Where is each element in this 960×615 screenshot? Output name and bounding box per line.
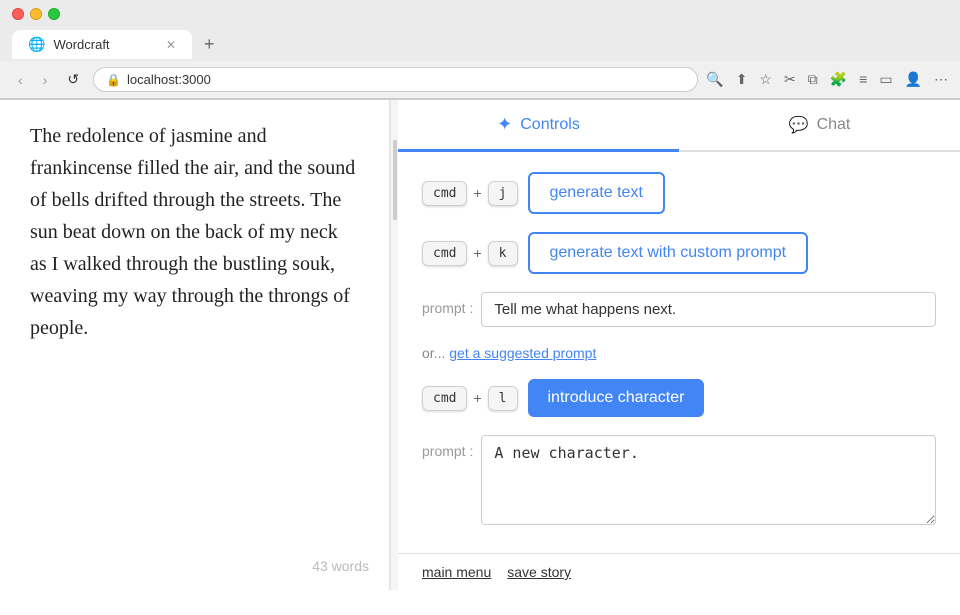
browser-chrome: 🌐 Wordcraft ✕ + ‹ › ↺ 🔒 localhost:3000 🔍… (0, 0, 960, 100)
bottom-bar: main menu save story (398, 553, 960, 590)
scrollbar-thumb[interactable] (393, 140, 397, 220)
lock-icon: 🔒 (106, 73, 121, 87)
back-button[interactable]: ‹ (12, 70, 29, 90)
cmd-key-j: cmd (422, 181, 467, 206)
address-input[interactable]: 🔒 localhost:3000 (93, 67, 698, 92)
controls-inner: ✦ Controls 💬 Chat cmd + j generat (398, 100, 960, 590)
tab-controls[interactable]: ✦ Controls (398, 100, 679, 152)
cmd-key-k: cmd (422, 241, 467, 266)
tab-favicon: 🌐 (28, 36, 45, 53)
character-prompt-textarea[interactable] (481, 435, 936, 525)
k-key: k (488, 241, 518, 266)
generate-text-custom-button[interactable]: generate text with custom prompt (528, 232, 809, 274)
plus-l: + (473, 390, 481, 406)
kbd-group-l: cmd + l (422, 386, 518, 411)
tab-close-button[interactable]: ✕ (166, 38, 176, 52)
bookmark-icon[interactable]: ☆ (759, 71, 772, 88)
panel-tabs: ✦ Controls 💬 Chat (398, 100, 960, 152)
prompt-label-1: prompt : (422, 292, 473, 316)
prompt-label-2: prompt : (422, 435, 473, 459)
suggested-link-row: or... get a suggested prompt (422, 345, 936, 361)
reading-list-icon[interactable]: ≡ (859, 71, 867, 88)
controls-content: cmd + j generate text cmd + k generate t… (398, 152, 960, 545)
word-count: 43 words (312, 558, 369, 574)
traffic-lights (12, 8, 60, 20)
kbd-group-j: cmd + j (422, 181, 518, 206)
cmd-key-l: cmd (422, 386, 467, 411)
zoom-icon[interactable]: 🔍 (706, 71, 723, 88)
tab-chat[interactable]: 💬 Chat (679, 100, 960, 150)
active-tab[interactable]: 🌐 Wordcraft ✕ (12, 30, 192, 59)
introduce-character-row: cmd + l introduce character (422, 379, 936, 417)
j-key: j (488, 181, 518, 206)
generate-text-row: cmd + j generate text (422, 172, 936, 214)
tab-chat-label: Chat (817, 116, 851, 134)
scrollbar[interactable] (390, 100, 398, 590)
generate-text-button[interactable]: generate text (528, 172, 665, 214)
character-prompt-section: prompt : (422, 435, 936, 525)
cut-icon[interactable]: ✂ (784, 71, 796, 88)
tab-title: Wordcraft (53, 37, 109, 52)
controls-panel: ✦ Controls 💬 Chat cmd + j generat (398, 100, 960, 590)
split-view-icon[interactable]: ▭ (879, 71, 892, 88)
chat-icon: 💬 (789, 115, 809, 135)
tab-controls-label: Controls (520, 116, 580, 134)
copy-icon[interactable]: ⧉ (808, 71, 818, 88)
plus-j: + (473, 185, 481, 201)
save-story-link[interactable]: save story (507, 564, 571, 580)
maximize-button[interactable] (48, 8, 60, 20)
or-text: or... (422, 345, 445, 361)
custom-prompt-section: prompt : (422, 292, 936, 327)
introduce-character-button[interactable]: introduce character (528, 379, 705, 417)
close-button[interactable] (12, 8, 24, 20)
generate-text-custom-row: cmd + k generate text with custom prompt (422, 232, 936, 274)
forward-button[interactable]: › (37, 70, 54, 90)
title-bar (0, 0, 960, 28)
get-suggested-prompt-link[interactable]: get a suggested prompt (449, 345, 596, 361)
address-text: localhost:3000 (127, 72, 211, 87)
new-tab-button[interactable]: + (192, 28, 227, 61)
tab-bar: 🌐 Wordcraft ✕ + (0, 28, 960, 61)
l-key: l (488, 386, 518, 411)
refresh-button[interactable]: ↺ (61, 69, 85, 90)
menu-icon[interactable]: ⋯ (934, 71, 948, 88)
plus-k: + (473, 245, 481, 261)
main-content: The redolence of jasmine and frankincens… (0, 100, 960, 590)
browser-toolbar-icons: 🔍 ⬆ ☆ ✂ ⧉ 🧩 ≡ ▭ 👤 ⋯ (706, 71, 948, 88)
custom-prompt-input[interactable] (481, 292, 936, 327)
minimize-button[interactable] (30, 8, 42, 20)
editor-panel: The redolence of jasmine and frankincens… (0, 100, 390, 590)
profile-avatar[interactable]: 👤 (905, 71, 922, 88)
share-icon[interactable]: ⬆ (736, 71, 748, 88)
kbd-group-k: cmd + k (422, 241, 518, 266)
editor-text[interactable]: The redolence of jasmine and frankincens… (30, 120, 359, 344)
address-bar: ‹ › ↺ 🔒 localhost:3000 🔍 ⬆ ☆ ✂ ⧉ 🧩 ≡ ▭ 👤… (0, 61, 960, 99)
main-menu-link[interactable]: main menu (422, 564, 491, 580)
extensions-icon[interactable]: 🧩 (830, 71, 847, 88)
sparkle-icon: ✦ (497, 114, 512, 135)
